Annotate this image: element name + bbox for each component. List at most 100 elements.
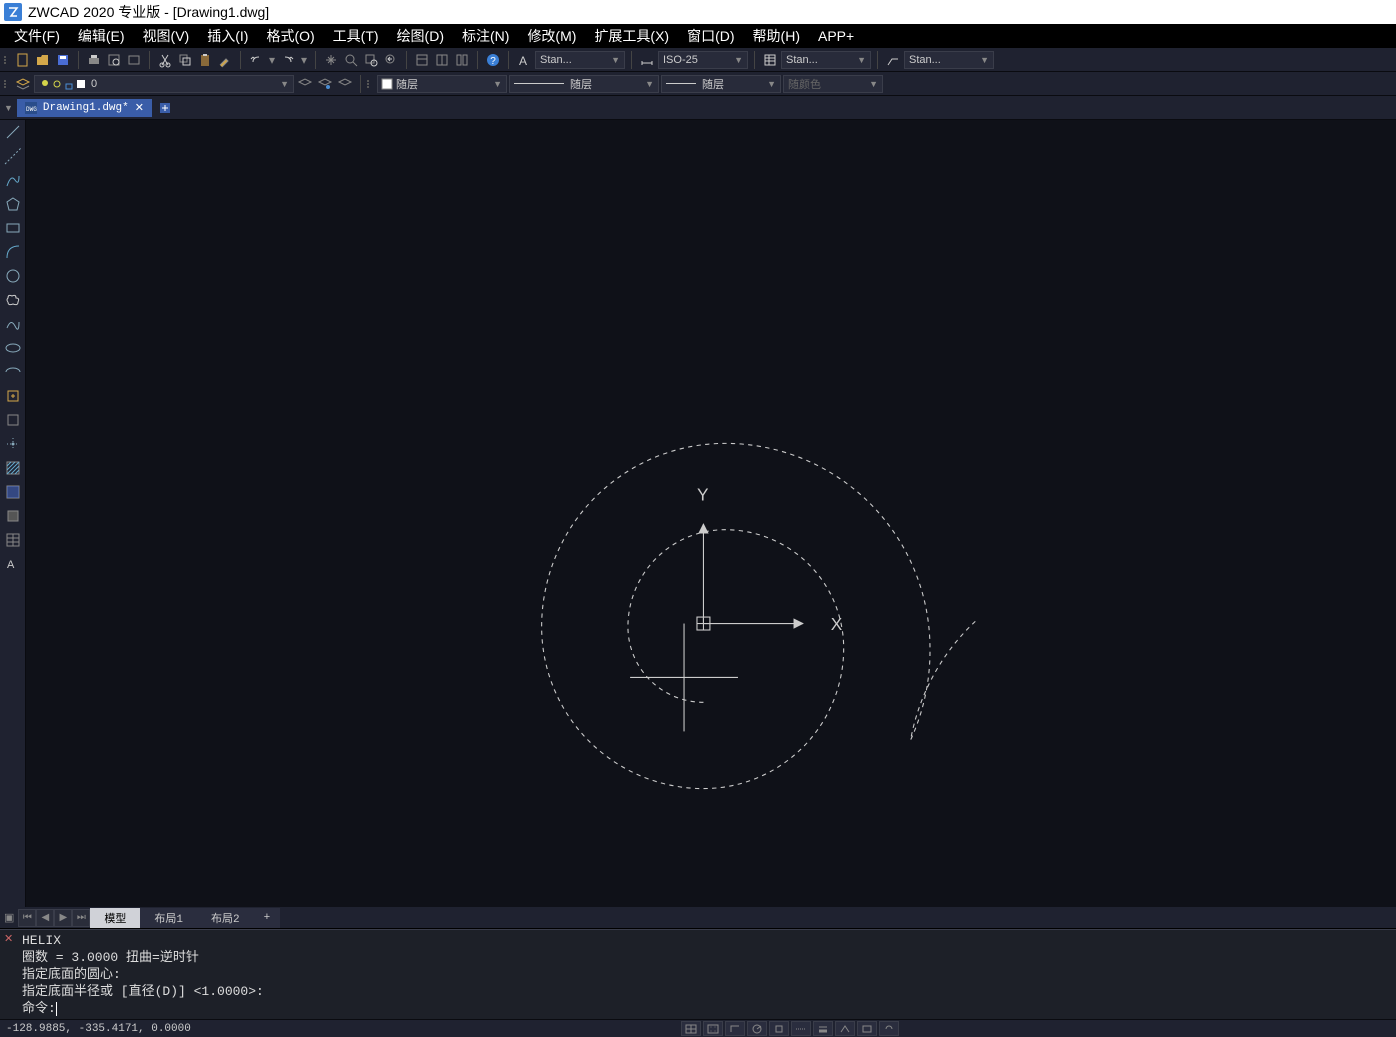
linetype-combo[interactable]: 随层▼: [509, 75, 659, 93]
line-icon[interactable]: [3, 122, 23, 142]
tab-add[interactable]: +: [254, 908, 281, 928]
coordinate-readout[interactable]: -128.9885, -335.4171, 0.0000: [6, 1023, 191, 1035]
drawing-canvas[interactable]: X Y: [26, 120, 1396, 907]
polygon-icon[interactable]: [3, 194, 23, 214]
snap-toggle[interactable]: [681, 1021, 701, 1036]
menu-format[interactable]: 格式(O): [258, 24, 322, 48]
menu-draw[interactable]: 绘图(D): [389, 24, 452, 48]
hatch-icon[interactable]: [3, 458, 23, 478]
mleader-style-icon[interactable]: [884, 51, 902, 69]
publish-icon[interactable]: [125, 51, 143, 69]
plotstyle-combo[interactable]: 随颜色▼: [783, 75, 883, 93]
gradient-icon[interactable]: [3, 482, 23, 502]
doc-tab-dropdown-icon[interactable]: ▼: [4, 103, 13, 113]
redo-dropdown-icon[interactable]: ▾: [299, 51, 309, 69]
zoom-previous-icon[interactable]: [382, 51, 400, 69]
lwt-toggle[interactable]: [813, 1021, 833, 1036]
menu-app[interactable]: APP+: [810, 26, 862, 46]
toolbar-grip[interactable]: [4, 80, 10, 88]
copy-icon[interactable]: [176, 51, 194, 69]
print-preview-icon[interactable]: [105, 51, 123, 69]
document-tab[interactable]: DWG Drawing1.dwg* ✕: [17, 99, 152, 117]
zoom-window-icon[interactable]: [362, 51, 380, 69]
new-tab-icon[interactable]: [156, 99, 174, 117]
mtext-icon[interactable]: A: [3, 554, 23, 574]
layer-states-icon[interactable]: [316, 75, 334, 93]
tab-layout2[interactable]: 布局2: [197, 908, 254, 928]
menu-file[interactable]: 文件(F): [6, 24, 68, 48]
polyline-icon[interactable]: [3, 170, 23, 190]
mleader-style-combo[interactable]: Stan...▼: [904, 51, 994, 69]
dyn-toggle[interactable]: [835, 1021, 855, 1036]
save-icon[interactable]: [54, 51, 72, 69]
otrack-toggle[interactable]: [791, 1021, 811, 1036]
open-icon[interactable]: [34, 51, 52, 69]
redo-icon[interactable]: [279, 51, 297, 69]
ellipse-arc-icon[interactable]: [3, 362, 23, 382]
ellipse-icon[interactable]: [3, 338, 23, 358]
ortho-toggle[interactable]: [725, 1021, 745, 1036]
menu-window[interactable]: 窗口(D): [679, 24, 742, 48]
circle-icon[interactable]: [3, 266, 23, 286]
dim-style-combo[interactable]: ISO-25▼: [658, 51, 748, 69]
layer-combo[interactable]: 0 ▼: [34, 75, 294, 93]
tool-palette-icon[interactable]: [453, 51, 471, 69]
close-icon[interactable]: ✕: [135, 101, 144, 115]
polar-toggle[interactable]: [747, 1021, 767, 1036]
dim-style-icon[interactable]: [638, 51, 656, 69]
help-icon[interactable]: ?: [484, 51, 502, 69]
arc-icon[interactable]: [3, 242, 23, 262]
grid-toggle[interactable]: [703, 1021, 723, 1036]
tab-menu-icon[interactable]: ▣: [4, 911, 14, 924]
menu-edit[interactable]: 编辑(E): [70, 24, 133, 48]
lineweight-combo[interactable]: 随层▼: [661, 75, 781, 93]
table-style-combo[interactable]: Stan...▼: [781, 51, 871, 69]
tab-next-icon[interactable]: ▶: [54, 909, 72, 927]
toolbar-grip[interactable]: [367, 80, 373, 88]
print-icon[interactable]: [85, 51, 103, 69]
layer-iso-icon[interactable]: [336, 75, 354, 93]
pan-icon[interactable]: [322, 51, 340, 69]
design-center-icon[interactable]: [433, 51, 451, 69]
spline-icon[interactable]: [3, 314, 23, 334]
menu-view[interactable]: 视图(V): [135, 24, 198, 48]
model-toggle[interactable]: [857, 1021, 877, 1036]
text-style-combo[interactable]: Stan...▼: [535, 51, 625, 69]
tab-model[interactable]: 模型: [90, 908, 140, 928]
table-style-icon[interactable]: [761, 51, 779, 69]
command-input[interactable]: [57, 1001, 1390, 1016]
revcloud-icon[interactable]: [3, 290, 23, 310]
layer-manager-icon[interactable]: [14, 75, 32, 93]
tab-first-icon[interactable]: ⏮: [18, 909, 36, 927]
undo-icon[interactable]: [247, 51, 265, 69]
point-icon[interactable]: [3, 434, 23, 454]
table-icon[interactable]: [3, 530, 23, 550]
match-props-icon[interactable]: [216, 51, 234, 69]
menu-modify[interactable]: 修改(M): [519, 24, 584, 48]
menu-insert[interactable]: 插入(I): [199, 24, 256, 48]
menu-tools[interactable]: 工具(T): [325, 24, 387, 48]
tab-prev-icon[interactable]: ◀: [36, 909, 54, 927]
menu-dimension[interactable]: 标注(N): [454, 24, 517, 48]
region-icon[interactable]: [3, 506, 23, 526]
cut-icon[interactable]: [156, 51, 174, 69]
tab-last-icon[interactable]: ⏭: [72, 909, 90, 927]
menu-express[interactable]: 扩展工具(X): [586, 24, 677, 48]
zoom-realtime-icon[interactable]: [342, 51, 360, 69]
rectangle-icon[interactable]: [3, 218, 23, 238]
text-style-icon[interactable]: A: [515, 51, 533, 69]
cycle-toggle[interactable]: [879, 1021, 899, 1036]
xline-icon[interactable]: [3, 146, 23, 166]
toolbar-grip[interactable]: [4, 56, 10, 64]
color-combo[interactable]: 随层▼: [377, 75, 507, 93]
undo-dropdown-icon[interactable]: ▾: [267, 51, 277, 69]
insert-block-icon[interactable]: [3, 386, 23, 406]
paste-icon[interactable]: [196, 51, 214, 69]
make-block-icon[interactable]: [3, 410, 23, 430]
osnap-toggle[interactable]: [769, 1021, 789, 1036]
tab-layout1[interactable]: 布局1: [140, 908, 197, 928]
cmd-close-icon[interactable]: ✕: [4, 932, 13, 949]
properties-icon[interactable]: [413, 51, 431, 69]
menu-help[interactable]: 帮助(H): [745, 24, 808, 48]
layer-prev-icon[interactable]: [296, 75, 314, 93]
